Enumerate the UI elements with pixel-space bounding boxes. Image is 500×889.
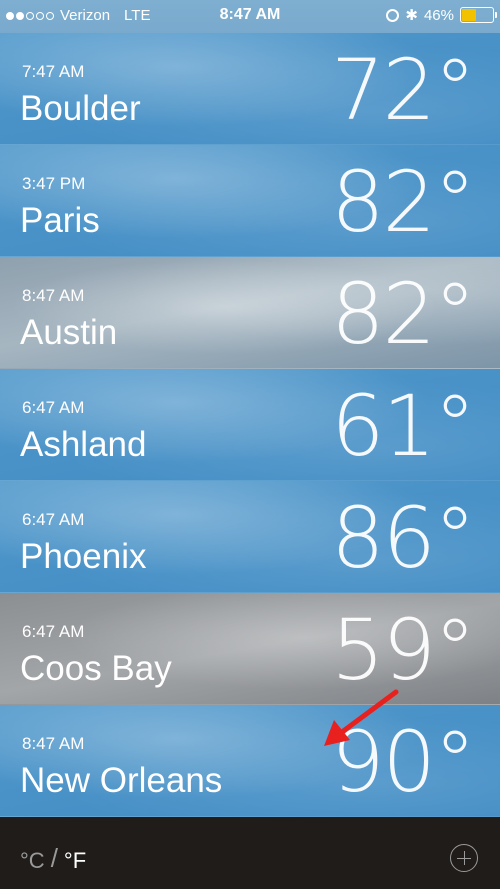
city-name: Coos Bay [20,649,172,688]
city-local-time: 8:47 AM [22,286,85,305]
city-temperature: 59° [331,601,476,699]
city-local-time: 3:47 PM [22,174,86,193]
city-row-boulder[interactable]: 7:47 AM Boulder 72° [0,33,500,145]
city-local-time: 6:47 AM [22,622,85,641]
city-row-ashland[interactable]: 6:47 AM Ashland 61° [0,369,500,481]
city-local-time: 6:47 AM [22,398,85,417]
city-temperature: 82° [331,265,476,363]
city-temperature: 61° [331,377,476,475]
city-temperature: 72° [331,41,476,139]
alarm-icon [386,8,400,22]
city-list[interactable]: 7:47 AM Boulder 72° 3:47 PM Paris 82° 8:… [0,33,500,817]
city-name: Boulder [20,89,141,128]
city-name: Ashland [20,425,147,464]
city-row-paris[interactable]: 3:47 PM Paris 82° [0,145,500,257]
bottom-toolbar: °C / °F [0,817,500,889]
city-temperature: 86° [331,489,476,587]
city-row-austin[interactable]: 8:47 AM Austin 82° [0,257,500,369]
unit-separator: / [50,843,58,873]
status-bar: Verizon LTE 8:47 AM ✱ 46% [0,0,500,33]
city-name: Paris [20,201,100,240]
temperature-unit-toggle[interactable]: °C / °F [20,843,86,876]
city-name: Austin [20,313,118,352]
city-name: Phoenix [20,537,147,576]
fahrenheit-option[interactable]: °F [64,848,86,874]
battery-icon [460,7,497,23]
city-local-time: 6:47 AM [22,510,85,529]
battery-percent: 46% [423,6,454,24]
add-city-plus-circle-icon[interactable] [450,844,478,872]
red-arrow-icon [324,689,399,746]
bluetooth-icon: ✱ [405,7,418,24]
city-local-time: 7:47 AM [22,62,85,81]
city-row-coos-bay[interactable]: 6:47 AM Coos Bay 59° [0,593,500,705]
city-row-phoenix[interactable]: 6:47 AM Phoenix 86° [0,481,500,593]
city-row-new-orleans[interactable]: 8:47 AM New Orleans 90° [0,705,500,817]
battery-level-fill [462,9,476,21]
celsius-option[interactable]: °C [20,848,45,874]
city-temperature: 82° [331,153,476,251]
city-local-time: 8:47 AM [22,734,85,753]
status-right: ✱ 46% [386,6,497,24]
city-name: New Orleans [20,761,223,800]
